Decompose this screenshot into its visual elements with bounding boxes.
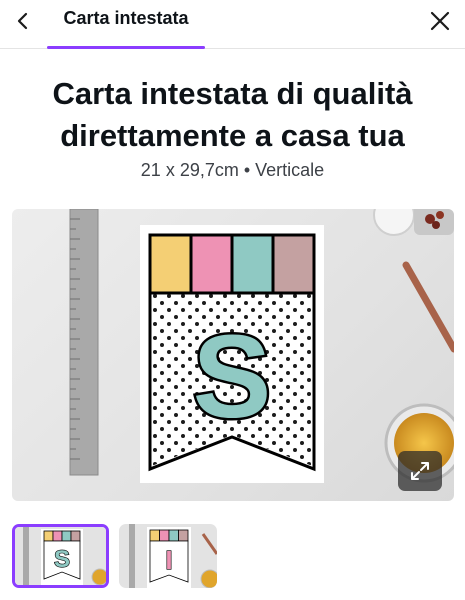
product-preview-image: S [12,209,454,501]
chevron-left-icon [17,12,28,30]
small-cup-prop [373,209,415,236]
stripe-1 [148,233,193,295]
back-button[interactable] [8,6,38,36]
format-subtitle: 21 x 29,7cm • Verticale [140,160,325,180]
tab-carta-intestata[interactable]: Carta intestata [47,0,205,49]
stripe-2 [189,233,234,295]
thumbnail-1[interactable]: S [12,524,109,588]
expand-preview-button[interactable] [398,451,442,491]
expand-icon [411,462,429,480]
close-icon [430,11,450,31]
banner-letter: S [193,311,272,443]
page-title: Carta intestata di qualità direttamente … [52,76,413,153]
pen-prop [402,261,454,353]
active-tab-indicator [47,46,205,49]
thumbnail-2[interactable]: I [119,524,217,588]
top-bar: Carta intestata [0,0,465,49]
stripe-3 [230,233,275,295]
thumbnail-letter: I [165,545,172,575]
stripe-4 [271,233,316,295]
ruler-prop [69,209,99,476]
tab-label: Carta intestata [63,8,189,28]
thumbnail-letter: S [54,546,70,573]
close-button[interactable] [423,4,457,38]
